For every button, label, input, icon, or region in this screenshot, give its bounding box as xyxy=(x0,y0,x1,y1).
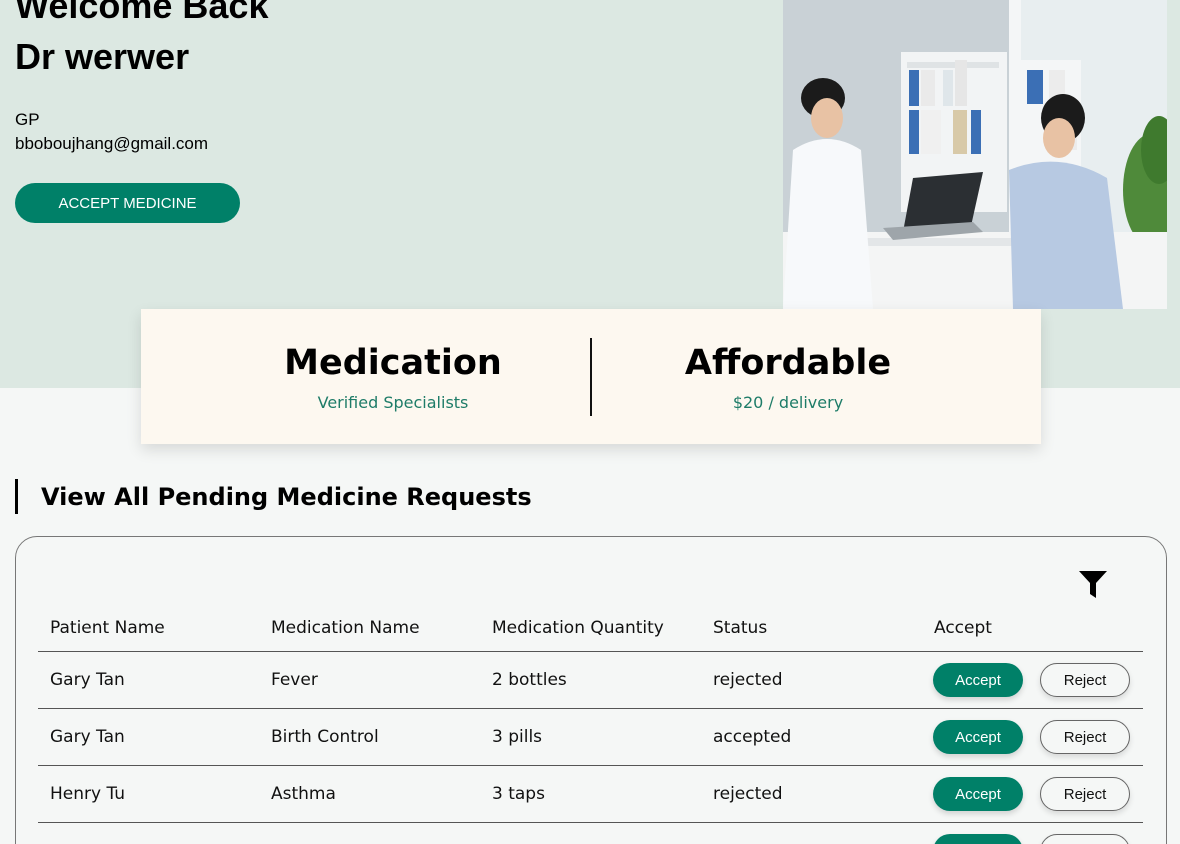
doctor-email: bboboujhang@gmail.com xyxy=(15,134,209,153)
stat-subtitle: $20 / delivery xyxy=(732,393,844,412)
medication-name-cell: Birth Control xyxy=(271,727,379,747)
accept-medicine-button[interactable]: ACCEPT MEDICINE xyxy=(15,183,240,223)
filter-icon[interactable] xyxy=(1077,568,1109,600)
stat-title: Medication xyxy=(284,343,502,383)
table-header-row: Patient Name Medication Name Medication … xyxy=(38,608,1143,652)
doctor-patient-photo xyxy=(783,0,1167,309)
column-header: Status xyxy=(713,618,768,638)
accept-button[interactable]: Accept xyxy=(933,720,1023,754)
medication-quantity-cell: 3 taps xyxy=(492,784,545,804)
reject-button[interactable]: Reject xyxy=(1040,834,1130,844)
stats-banner: Medication Verified Specialists Affordab… xyxy=(141,309,1041,444)
status-cell: rejected xyxy=(713,784,783,804)
reject-button[interactable]: Reject xyxy=(1040,777,1130,811)
accept-button[interactable]: Accept xyxy=(933,834,1023,844)
status-cell: accepted xyxy=(713,727,792,747)
table-row: Gary Tan Fever 2 bottles rejected Accept… xyxy=(38,652,1143,709)
doctor-role: GP xyxy=(15,110,40,129)
table-row: Accept Reject xyxy=(38,823,1143,844)
reject-button[interactable]: Reject xyxy=(1040,720,1130,754)
requests-table: Patient Name Medication Name Medication … xyxy=(38,608,1143,844)
accept-button[interactable]: Accept xyxy=(933,777,1023,811)
reject-button[interactable]: Reject xyxy=(1040,663,1130,697)
accept-button[interactable]: Accept xyxy=(933,663,1023,697)
patient-name-cell: Gary Tan xyxy=(50,727,125,747)
welcome-heading: Welcome Back xyxy=(15,0,269,26)
column-header: Medication Quantity xyxy=(492,618,664,638)
photo-illustration xyxy=(783,0,1167,309)
column-header: Accept xyxy=(934,618,992,638)
stat-title: Affordable xyxy=(684,343,892,383)
patient-name-cell: Gary Tan xyxy=(50,670,125,690)
column-header: Patient Name xyxy=(50,618,165,638)
stat-subtitle: Verified Specialists xyxy=(317,393,469,412)
stat-medication: Medication Verified Specialists xyxy=(168,339,618,414)
status-cell: rejected xyxy=(713,670,783,690)
table-row: Henry Tu Asthma 3 taps rejected Accept R… xyxy=(38,766,1143,823)
medication-name-cell: Asthma xyxy=(271,784,336,804)
stat-affordable: Affordable $20 / delivery xyxy=(563,339,1013,414)
medication-quantity-cell: 2 bottles xyxy=(492,670,567,690)
patient-name-cell: Henry Tu xyxy=(50,784,126,804)
table-row: Gary Tan Birth Control 3 pills accepted … xyxy=(38,709,1143,766)
medication-quantity-cell: 3 pills xyxy=(492,727,543,747)
column-header: Medication Name xyxy=(271,618,420,638)
doctor-name: Dr werwer xyxy=(15,36,190,77)
section-title: View All Pending Medicine Requests xyxy=(15,479,532,514)
medication-name-cell: Fever xyxy=(271,670,318,690)
